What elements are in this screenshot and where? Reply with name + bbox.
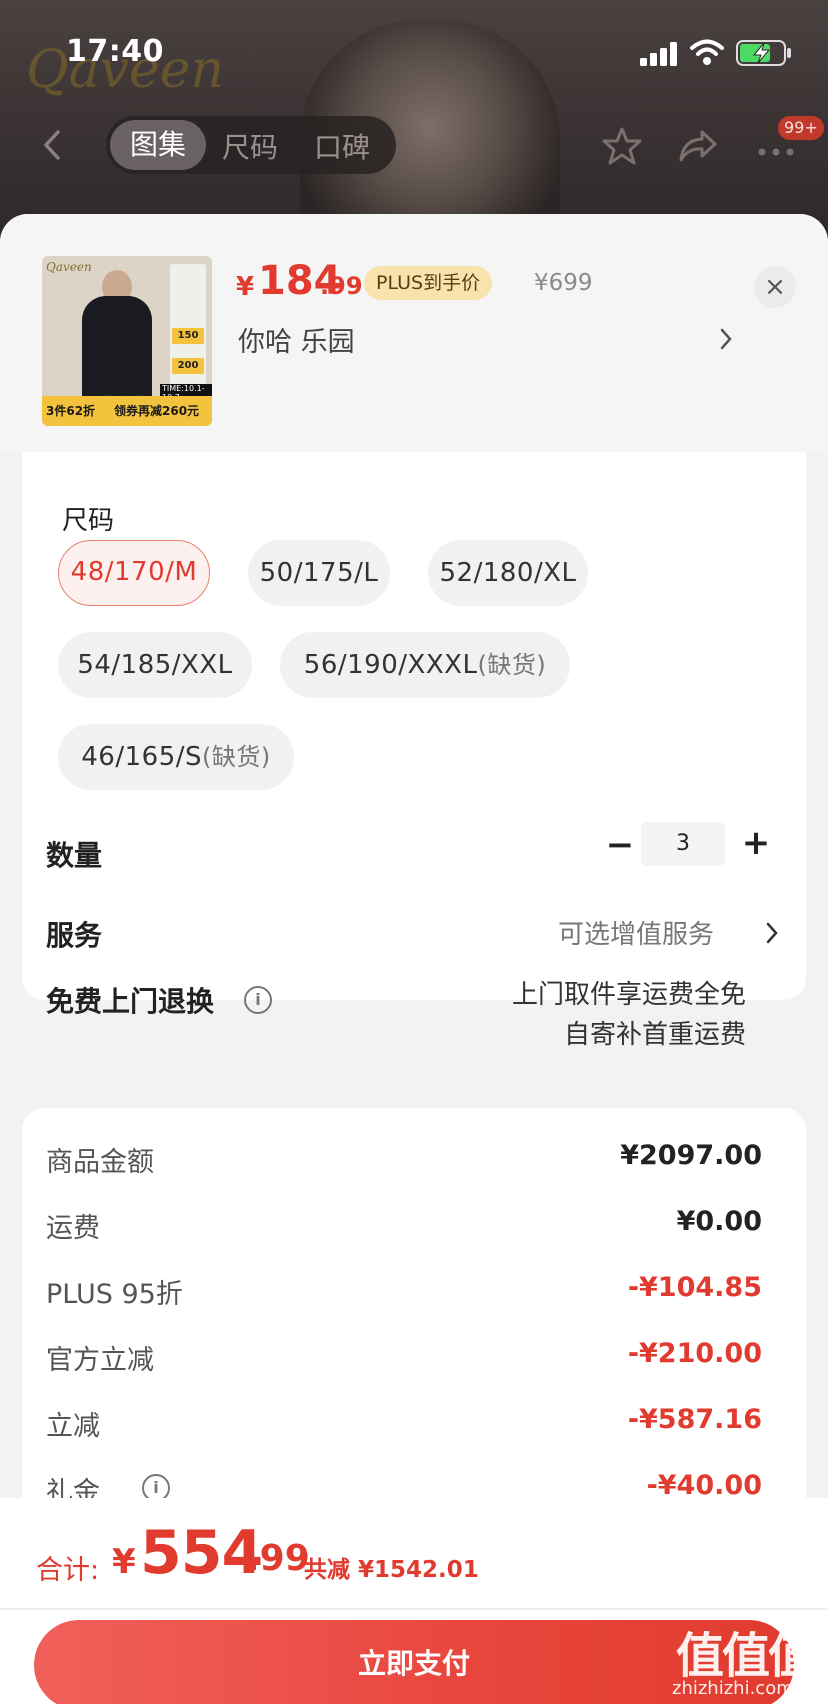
size-option-52-180-xl[interactable]: 52/180/XL: [428, 540, 588, 606]
background-product-page: Qaveen 17:40 图集 尺码 口碑 99+: [0, 0, 828, 240]
breakdown-label: 官方立减: [46, 1345, 154, 1376]
cellular-signal-icon: [640, 42, 677, 66]
product-nav-bar: 图集 尺码 口碑 99+: [0, 110, 828, 180]
purchase-sheet: Qaveen 150 200 TIME:10.1-10.7 260 60 200…: [0, 214, 828, 1704]
breakdown-row: 运费 ¥0.00: [46, 1206, 762, 1246]
thumb-brand: Qaveen: [46, 260, 92, 274]
total-label: 合计:: [36, 1555, 100, 1586]
thumb-side-tag: 150: [172, 328, 204, 344]
product-tabs: 图集 尺码 口碑: [106, 116, 396, 174]
service-label: 服务: [46, 919, 103, 952]
status-bar: 17:40: [0, 0, 828, 100]
breakdown-row: PLUS 95折 -¥104.85: [46, 1272, 762, 1312]
thumb-coat: [82, 296, 152, 406]
size-option-54-185-xxl[interactable]: 54/185/XXL: [58, 632, 252, 698]
out-of-stock-label: (缺货): [477, 651, 547, 679]
divider: [0, 1608, 828, 1610]
breakdown-value: -¥104.85: [627, 1272, 762, 1303]
options-card: 尺码 48/170/M 50/175/L 52/180/XL 54/185/XX…: [22, 452, 806, 1050]
size-section-label: 尺码: [62, 506, 115, 536]
thumb-promo-right: 领券再减260元: [114, 404, 200, 418]
size-option-48-170-m[interactable]: 48/170/M: [58, 540, 210, 606]
breakdown-label: 立减: [46, 1411, 100, 1442]
value-added-service-link[interactable]: 可选增值服务: [558, 914, 714, 951]
thumb-side-tag: 200: [172, 358, 204, 374]
size-option-50-175-l[interactable]: 50/175/L: [248, 540, 390, 606]
breakdown-value: ¥0.00: [676, 1206, 762, 1237]
price-row: ¥ 184 .99 PLUS到手价 ¥699: [236, 258, 796, 308]
thumb-promo-strip: 3件62折 领券再减260元: [42, 396, 212, 426]
chevron-right-icon[interactable]: [764, 918, 780, 948]
total-currency: ¥: [112, 1542, 136, 1582]
quantity-increase-button[interactable]: +: [736, 824, 776, 864]
breakdown-value: -¥587.16: [627, 1404, 762, 1435]
site-watermark: 值值值 zhizhizhi.com: [672, 1616, 822, 1704]
size-option-46-165-s[interactable]: 46/165/S(缺货): [58, 724, 294, 790]
close-button[interactable]: ×: [754, 266, 796, 308]
breakdown-value: -¥40.00: [646, 1470, 762, 1501]
out-of-stock-label: (缺货): [202, 743, 271, 771]
breakdown-row: 官方立减 -¥210.00: [46, 1338, 762, 1378]
total-savings: 共减 ¥1542.01: [304, 1557, 479, 1583]
thumb-promo-left: 3件62折: [46, 404, 96, 418]
breakdown-row: 商品金额 ¥2097.00: [46, 1140, 762, 1180]
breakdown-value: -¥210.00: [627, 1338, 762, 1369]
breakdown-row: 立减 -¥587.16: [46, 1404, 762, 1444]
share-icon[interactable]: [678, 128, 718, 164]
quantity-decrease-button[interactable]: −: [600, 826, 640, 866]
back-arrow-icon[interactable]: [36, 128, 70, 162]
size-option-56-190-xxxl[interactable]: 56/190/XXXL(缺货): [280, 632, 570, 698]
breakdown-label: 商品金额: [46, 1147, 154, 1178]
watermark-logo: 值值值: [676, 1628, 816, 1684]
quantity-input[interactable]: 3: [641, 822, 725, 866]
variant-text: 你哈 乐园: [238, 327, 355, 358]
tab-gallery[interactable]: 图集: [110, 120, 206, 170]
breakdown-label: PLUS 95折: [46, 1279, 183, 1310]
sheet-header: Qaveen 150 200 TIME:10.1-10.7 260 60 200…: [0, 214, 828, 452]
watermark-url: zhizhizhi.com: [672, 1678, 794, 1699]
tab-size[interactable]: 尺码: [222, 126, 278, 166]
variant-selector[interactable]: 你哈 乐园: [238, 320, 738, 360]
quantity-label: 数量: [46, 839, 103, 872]
free-return-line1: 上门取件享运费全免: [511, 980, 746, 1010]
free-return-line2: 自寄补首重运费: [563, 1020, 746, 1050]
breakdown-label: 运费: [46, 1213, 100, 1244]
favorite-star-icon[interactable]: [602, 126, 642, 166]
tab-reviews[interactable]: 口碑: [314, 126, 370, 166]
chevron-right-icon: [720, 328, 732, 350]
wifi-icon: [690, 39, 724, 65]
free-return-label: 免费上门退换: [46, 985, 215, 1018]
total-decimal: .99: [246, 1538, 310, 1579]
price-decimal: .99: [320, 272, 363, 300]
notification-badge: 99+: [778, 116, 824, 140]
total-integer: 554: [140, 1518, 263, 1588]
status-time: 17:40: [66, 34, 164, 69]
breakdown-value: ¥2097.00: [620, 1140, 762, 1171]
price-breakdown-card: 商品金额 ¥2097.00 运费 ¥0.00 PLUS 95折 -¥104.85…: [22, 1108, 806, 1528]
original-price: ¥699: [534, 270, 593, 296]
product-thumbnail: Qaveen 150 200 TIME:10.1-10.7 260 60 200…: [42, 256, 212, 426]
price-currency: ¥: [236, 272, 255, 302]
plus-price-tag: PLUS到手价: [364, 266, 493, 300]
info-icon[interactable]: i: [244, 986, 272, 1014]
battery-charging-icon: [736, 40, 791, 66]
thumb-side-panel: 150 200: [170, 264, 206, 392]
